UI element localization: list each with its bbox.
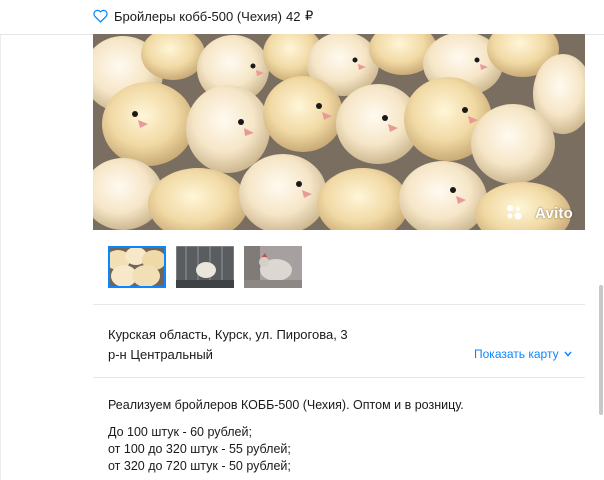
price-list: До 100 штук - 60 рублей; от 100 до 320 ш… — [108, 424, 291, 475]
section-divider — [93, 377, 585, 378]
listing-header: Бройлеры кобб-500 (Чехия) 42 ₽ — [0, 0, 604, 35]
avito-logo-icon — [507, 205, 522, 220]
description-intro: Реализуем бройлеров КОББ-500 (Чехия). Оп… — [108, 398, 464, 412]
price-line: До 100 штук - 60 рублей; — [108, 425, 252, 439]
show-map-label[interactable]: Показать карту — [474, 347, 559, 361]
address-text: Курская область, Курск, ул. Пирогова, 3 — [108, 327, 348, 342]
listing-price: 42 — [286, 9, 301, 24]
show-map-link[interactable]: Показать карту — [474, 345, 572, 363]
thumbnail-hen[interactable] — [244, 246, 302, 288]
currency-symbol: ₽ — [305, 8, 314, 23]
district-text: р-н Центральный — [108, 347, 213, 362]
thumbnail-chicks[interactable] — [108, 246, 166, 288]
section-divider — [93, 304, 585, 305]
heart-outline-icon[interactable] — [93, 9, 108, 23]
main-photo[interactable]: Avito — [93, 34, 585, 230]
left-divider — [0, 34, 1, 480]
price-line: от 320 до 720 штук - 50 рублей; — [108, 459, 291, 473]
avito-watermark: Avito — [535, 205, 573, 222]
listing-title: Бройлеры кобб-500 (Чехия) — [114, 9, 282, 24]
chicks-photo-illustration — [93, 34, 585, 230]
price-line: от 100 до 320 штук - 55 рублей; — [108, 442, 291, 456]
chevron-down-icon — [564, 351, 572, 357]
scrollbar-thumb[interactable] — [599, 285, 603, 415]
thumbnail-cage[interactable] — [176, 246, 234, 288]
